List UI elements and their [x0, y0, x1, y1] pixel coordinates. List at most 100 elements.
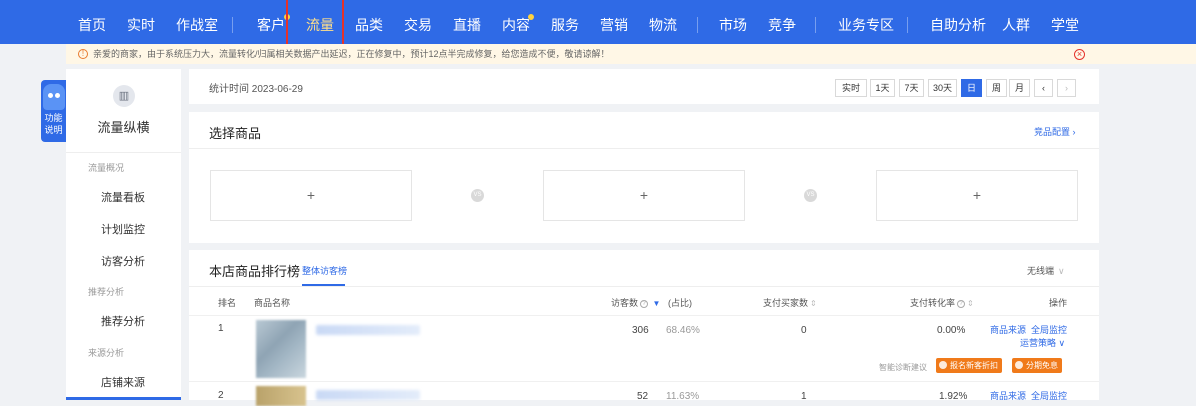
- nav-item-academy[interactable]: 学堂: [1051, 0, 1079, 44]
- nav-item-customers[interactable]: 客户: [257, 0, 285, 44]
- sort-icon: ⇕: [967, 299, 974, 308]
- chart-icon: ▥: [113, 85, 135, 107]
- feature-guide-label: 功能 说明: [41, 112, 66, 136]
- nav-separator: [815, 17, 816, 33]
- date-realtime-button[interactable]: 实时: [835, 79, 867, 97]
- nav-item-trade[interactable]: 交易: [404, 0, 432, 44]
- date-30d-button[interactable]: 30天: [928, 79, 957, 97]
- sidebar: ▥ 流量纵横 流量概况 流量看板 计划监控 访客分析 推荐分析 推荐分析 来源分…: [66, 69, 181, 400]
- competitor-config-link[interactable]: 竞品配置 ›: [1034, 125, 1076, 138]
- product-name-blurred[interactable]: [316, 390, 420, 400]
- close-icon[interactable]: ×: [1074, 49, 1085, 60]
- date-day-button[interactable]: 日: [961, 79, 982, 97]
- share-value: 11.63%: [666, 391, 700, 402]
- product-thumbnail[interactable]: [256, 386, 306, 406]
- nav-item-home[interactable]: 首页: [78, 0, 106, 44]
- product-name-blurred[interactable]: [316, 325, 420, 335]
- nav-item-crowd[interactable]: 人群: [1002, 0, 1030, 44]
- feature-guide-label-line1: 功能: [44, 113, 63, 123]
- sidebar-group-label: 来源分析: [88, 348, 125, 358]
- feature-guide-tab[interactable]: 功能 说明: [41, 80, 66, 142]
- visitors-value: 306: [632, 325, 649, 336]
- next-date-button[interactable]: ›: [1057, 79, 1076, 97]
- date-7d-button[interactable]: 7天: [899, 79, 924, 97]
- add-product-slot[interactable]: +: [210, 170, 412, 221]
- product-source-link[interactable]: 商品来源: [990, 323, 1026, 336]
- nav-item-marketing[interactable]: 营销: [600, 0, 628, 44]
- date-1d-button[interactable]: 1天: [870, 79, 895, 97]
- new-badge-dot: [528, 14, 534, 20]
- sidebar-group-label: 推荐分析: [88, 287, 125, 297]
- sort-desc-icon: ▼: [652, 299, 661, 308]
- column-header-buyers[interactable]: 支付买家数 ⇕: [763, 296, 817, 309]
- nav-item-business-zone[interactable]: 业务专区: [838, 0, 894, 44]
- global-monitor-link[interactable]: 全局监控: [1031, 389, 1067, 402]
- sidebar-item-plan-monitor[interactable]: 计划监控: [101, 221, 145, 237]
- tab-overall-visitors[interactable]: 整体访客榜: [302, 264, 347, 277]
- nav-separator: [697, 17, 698, 33]
- nav-item-realtime[interactable]: 实时: [127, 0, 155, 44]
- top-navigation: 首页 实时 作战室 客户 流量 品类 交易 直播 内容 服务 营销 物流 市场 …: [0, 0, 1196, 48]
- divider: [189, 381, 1099, 382]
- nav-item-category[interactable]: 品类: [355, 0, 383, 44]
- vs-icon: VS: [804, 189, 817, 202]
- nav-separator: [907, 17, 908, 33]
- notice-text: 亲爱的商家，由于系统压力大，流量转化/归属相关数据产出延迟，正在修复中，预计12…: [93, 49, 610, 59]
- conversion-value: 1.92%: [939, 391, 968, 402]
- sidebar-group-label: 流量概况: [88, 163, 125, 173]
- select-products-title: 选择商品: [209, 126, 262, 141]
- rank-number: 2: [218, 390, 224, 401]
- column-header-visitors[interactable]: 访客数? ▼: [611, 296, 660, 309]
- info-icon: ?: [957, 299, 966, 308]
- visitors-header-label: 访客数: [611, 298, 639, 308]
- chevron-down-icon: ∨: [1058, 266, 1065, 276]
- nav-item-competition[interactable]: 竞争: [768, 0, 796, 44]
- nav-item-service[interactable]: 服务: [551, 0, 579, 44]
- date-week-button[interactable]: 周: [986, 79, 1007, 97]
- date-month-button[interactable]: 月: [1009, 79, 1030, 97]
- sidebar-item-recommend-analysis[interactable]: 推荐分析: [101, 313, 145, 329]
- column-header-share: (占比): [668, 298, 692, 308]
- global-monitor-link[interactable]: 全局监控: [1031, 323, 1067, 336]
- mascot-eye: [48, 93, 53, 98]
- product-source-link[interactable]: 商品来源: [990, 389, 1026, 402]
- new-customer-discount-button[interactable]: 报名新客折扣: [936, 358, 1002, 373]
- rank-number: 1: [218, 323, 224, 334]
- operation-strategy-link[interactable]: 运营策略 ∨: [1020, 336, 1065, 349]
- add-product-slot[interactable]: +: [543, 170, 745, 221]
- conversion-value: 0.00%: [937, 325, 966, 336]
- column-header-conversion[interactable]: 支付转化率? ⇕: [910, 296, 974, 309]
- column-header-action: 操作: [1049, 298, 1068, 308]
- nav-item-logistics[interactable]: 物流: [649, 0, 677, 44]
- product-thumbnail[interactable]: [256, 320, 306, 378]
- prev-date-button[interactable]: ‹: [1034, 79, 1053, 97]
- buyers-header-label: 支付买家数: [763, 298, 809, 308]
- stat-date-label: 统计时间 2023-06-29: [209, 84, 303, 95]
- smart-diagnosis-label: 智能诊断建议: [879, 363, 927, 372]
- divider: [189, 315, 1099, 316]
- visitors-value: 52: [637, 391, 649, 402]
- installment-free-button[interactable]: 分期免息: [1012, 358, 1062, 373]
- mascot-icon: [43, 84, 65, 110]
- divider: [189, 148, 1099, 149]
- divider: [66, 152, 181, 153]
- terminal-select[interactable]: 无线端 ∨: [1027, 264, 1065, 277]
- conversion-header-label: 支付转化率: [910, 298, 956, 308]
- nav-item-self-analysis[interactable]: 自助分析: [930, 0, 986, 44]
- sidebar-item-visitor-analysis[interactable]: 访客分析: [101, 253, 145, 269]
- sidebar-item-traffic-board[interactable]: 流量看板: [101, 189, 145, 205]
- share-value: 68.46%: [666, 325, 700, 336]
- sidebar-title: 流量纵横: [97, 120, 150, 135]
- select-products-card: 选择商品 竞品配置 › + VS + VS +: [189, 112, 1099, 243]
- buyers-value: 0: [801, 325, 807, 336]
- nav-item-content[interactable]: 内容: [502, 0, 530, 44]
- nav-separator: [232, 17, 233, 33]
- add-product-slot[interactable]: +: [876, 170, 1078, 221]
- sort-icon: ⇕: [810, 299, 817, 308]
- traffic-highlight-box: [286, 0, 344, 48]
- nav-item-market[interactable]: 市场: [719, 0, 747, 44]
- sidebar-item-store-source[interactable]: 店铺来源: [101, 374, 145, 390]
- vs-icon: VS: [471, 189, 484, 202]
- nav-item-war-room[interactable]: 作战室: [176, 0, 218, 44]
- nav-item-live[interactable]: 直播: [453, 0, 481, 44]
